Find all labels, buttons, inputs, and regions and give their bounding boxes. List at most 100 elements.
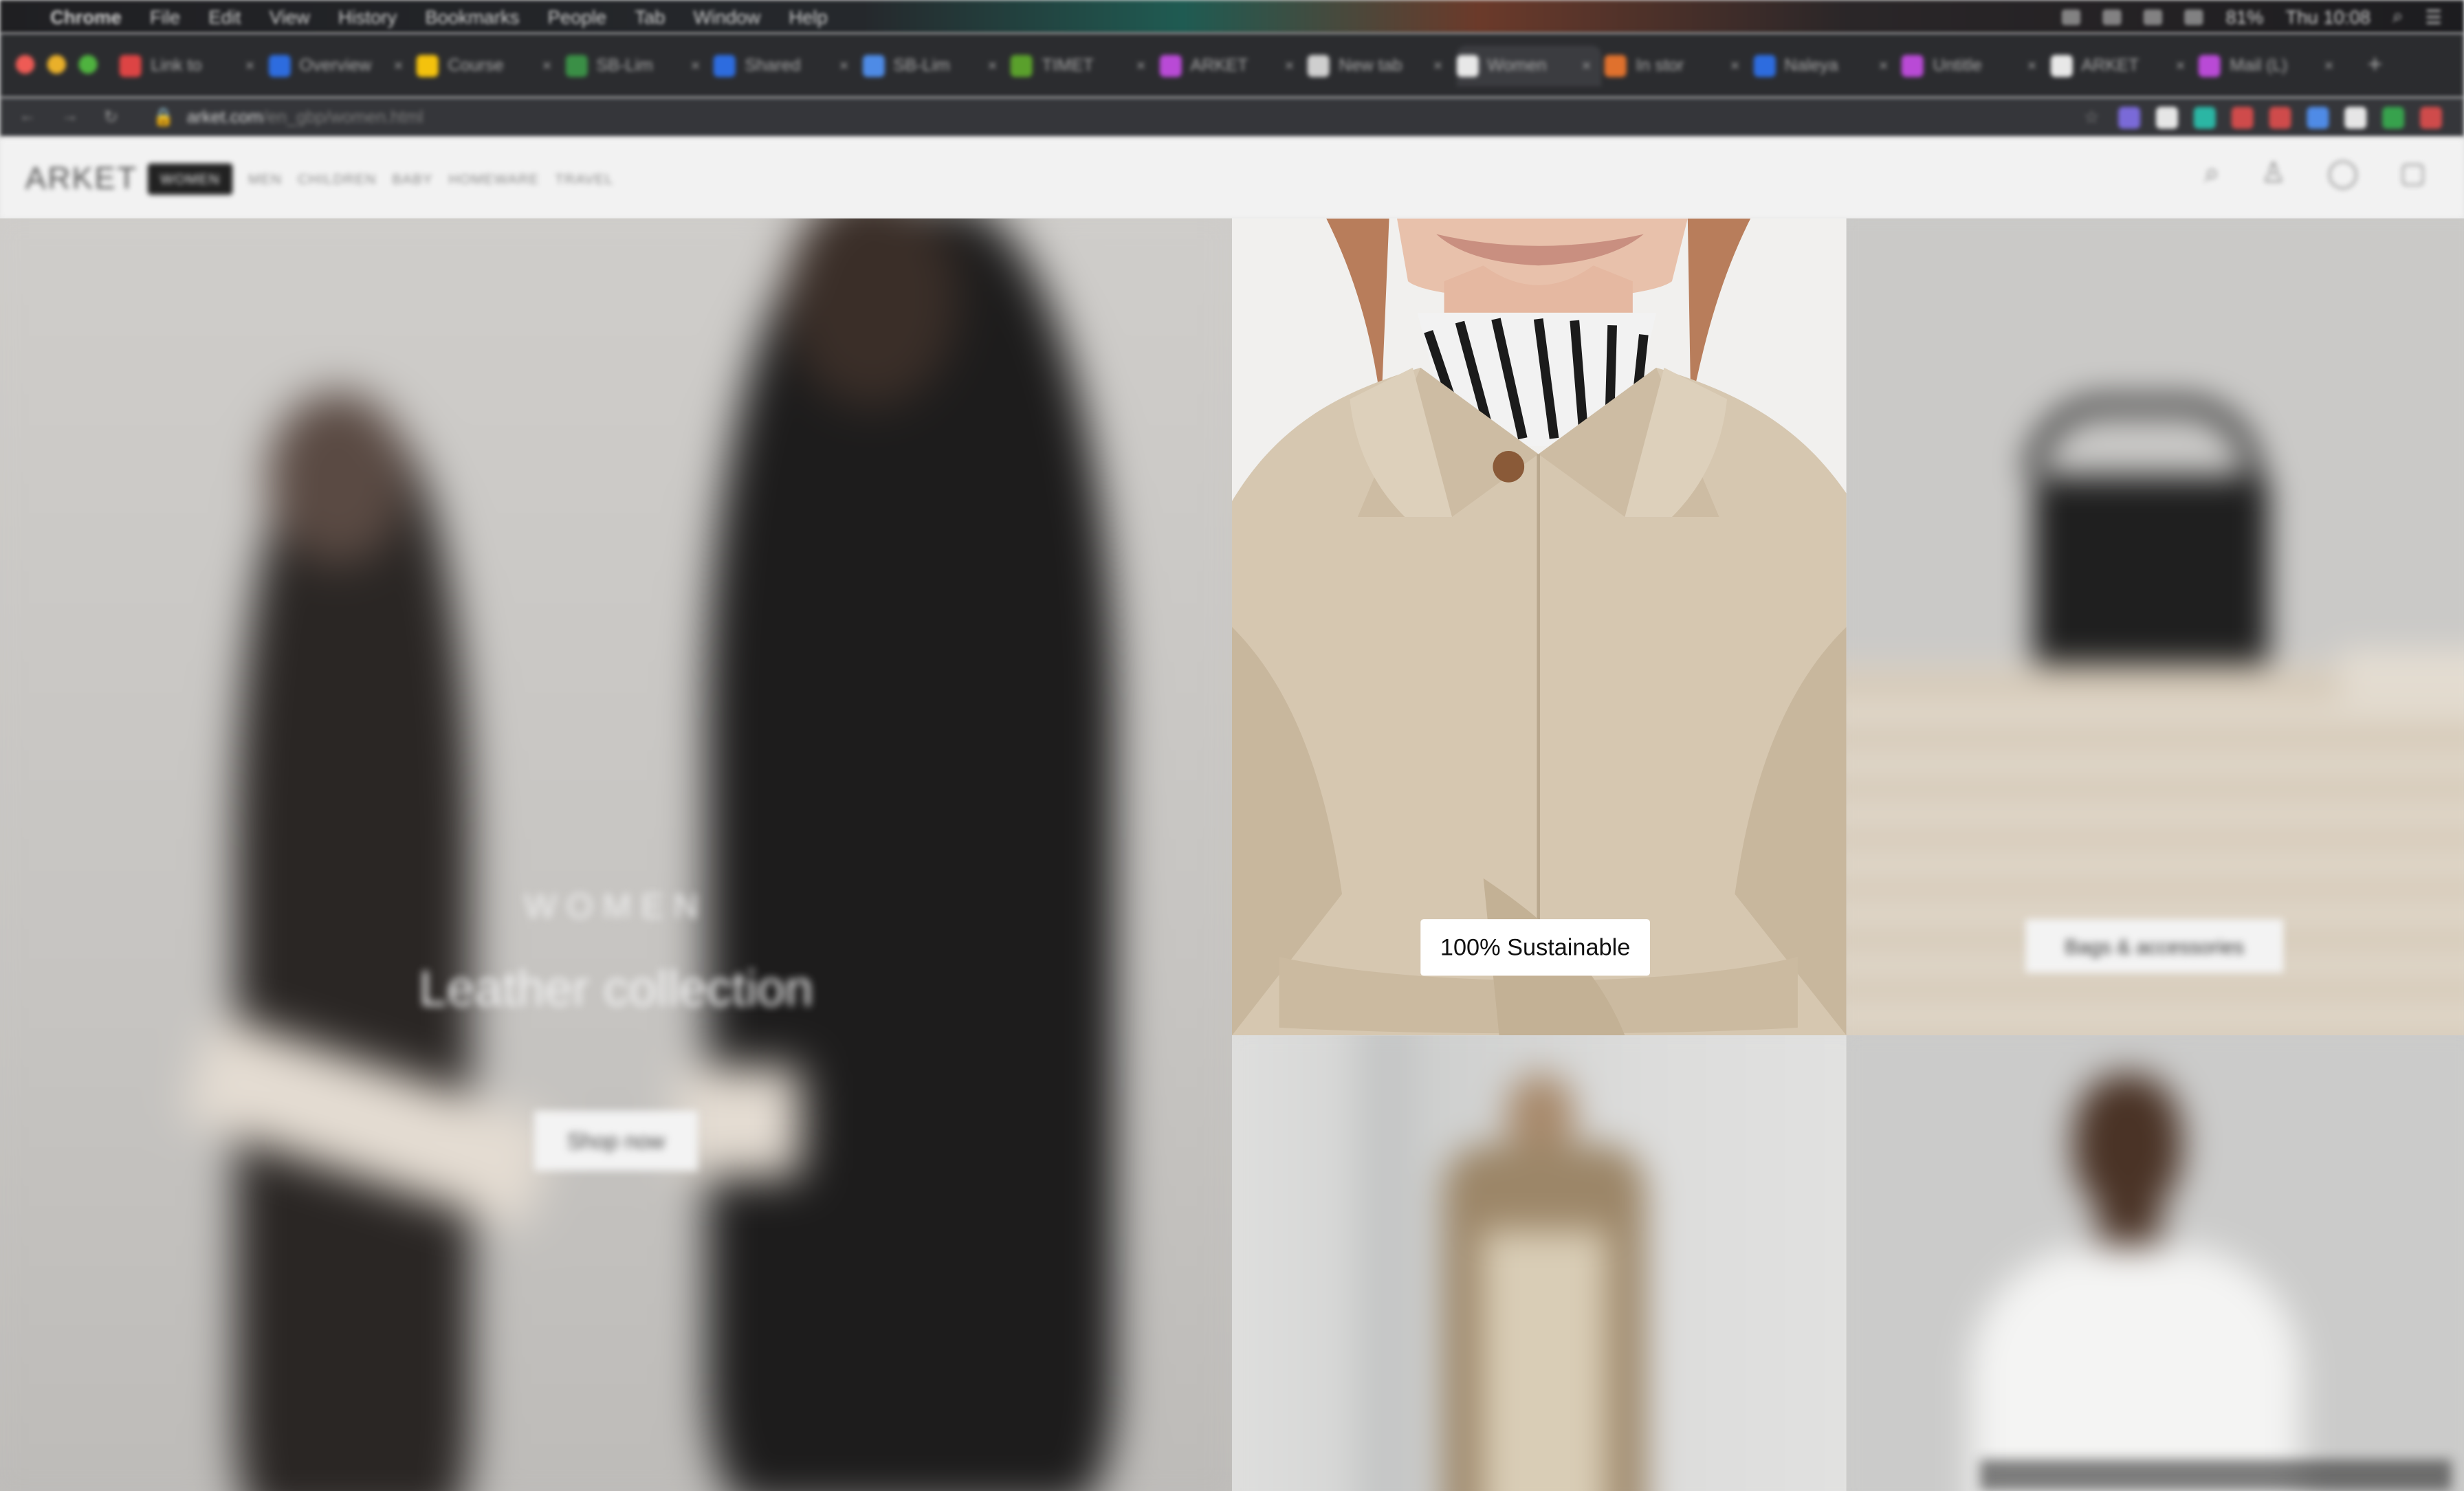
browser-tab[interactable]: Link to × [119,45,264,86]
tab-favicon-icon [1455,54,1478,77]
extension-icon[interactable] [2307,106,2329,129]
browser-tab[interactable]: Course × [416,45,561,86]
reload-icon[interactable]: ↻ [104,107,118,127]
extension-icon[interactable] [2344,106,2367,129]
close-tab-icon[interactable]: × [2176,57,2185,74]
nav-homeware[interactable]: HOMEWARE [449,171,540,187]
nav-men[interactable]: MEN [248,171,282,187]
nav-baby[interactable]: BABY [392,171,432,187]
tile-bags-accessories[interactable]: Bags & accessories [1846,218,2464,1036]
zoom-window-icon[interactable] [78,54,98,74]
control-center-icon[interactable]: ☰ [2425,5,2442,27]
tab-title: SB-Lim [596,56,653,76]
person-image [1846,1035,2464,1491]
close-tab-icon[interactable]: × [1730,57,1739,74]
menu-item-bookmarks[interactable]: Bookmarks [425,5,519,27]
account-icon[interactable]: ♙ [2260,157,2286,190]
sustainable-label-button[interactable]: 100% Sustainable [1420,919,1650,976]
close-tab-icon[interactable]: × [245,57,254,74]
back-icon[interactable]: ← [19,107,36,127]
browser-tab[interactable]: New tab × [1307,45,1452,86]
close-tab-icon[interactable]: × [542,57,551,74]
browser-tab[interactable]: Mail (L) × [2198,45,2343,86]
trench-image [1231,1035,1847,1491]
clock[interactable]: Thu 10:08 [2285,5,2370,27]
site-nav: WOMEN MEN CHILDREN BABY HOMEWARE TRAVEL [147,163,614,195]
menu-item-help[interactable]: Help [789,5,827,27]
bookmark-star-icon[interactable]: ☆ [2084,107,2100,127]
extension-icon[interactable] [2193,106,2216,129]
extension-icon[interactable] [2382,106,2405,129]
browser-tab[interactable]: SB-Lim × [564,45,710,86]
close-tab-icon[interactable]: × [988,57,997,74]
browser-tab[interactable]: In stor × [1604,45,1749,86]
tile-white-shirt[interactable] [1846,1035,2464,1491]
nav-children[interactable]: CHILDREN [298,171,376,187]
close-tab-icon[interactable]: × [1285,57,1294,74]
extensions-bar [2118,106,2464,129]
macos-menu-bar: Chrome File Edit View History Bookmarks … [0,0,2464,33]
browser-tab[interactable]: Women × [1455,45,1600,87]
bags-accessories-button[interactable]: Bags & accessories [2025,919,2284,973]
wifi-icon[interactable] [2185,8,2204,25]
tab-title: New tab [1339,56,1402,76]
browser-tab[interactable]: SB-Lim × [861,45,1006,86]
close-tab-icon[interactable]: × [394,57,403,74]
close-tab-icon[interactable]: × [691,57,700,74]
hero-leather-collection[interactable]: WOMEN Leather collection Shop now [0,218,1232,1491]
extension-icon[interactable] [2118,106,2141,129]
menu-item-edit[interactable]: Edit [208,5,241,27]
status-icon[interactable] [2144,8,2164,25]
bag-image [1846,218,2464,1036]
menu-item-window[interactable]: Window [694,5,761,27]
close-tab-icon[interactable]: × [2324,57,2333,74]
extension-icon[interactable] [2231,106,2254,129]
browser-tab[interactable]: Shared × [713,45,858,86]
extension-icon[interactable] [2419,106,2442,129]
new-tab-icon[interactable]: + [2368,52,2382,80]
shop-now-button[interactable]: Shop now [534,1110,698,1171]
menu-item-history[interactable]: History [338,5,397,27]
tab-favicon-icon [416,54,439,77]
browser-tab[interactable]: TIMET × [1010,45,1155,86]
nav-women[interactable]: WOMEN [147,163,233,195]
tab-favicon-icon [564,54,587,77]
browser-tab[interactable]: Naleya × [1752,45,1898,86]
menu-item-people[interactable]: People [548,5,606,27]
menu-item-tab[interactable]: Tab [635,5,665,27]
hero-image [0,218,1232,1491]
menu-item-app[interactable]: Chrome [50,5,122,27]
browser-tab[interactable]: ARKET × [1158,45,1304,86]
battery-indicator[interactable]: 81% [2226,5,2264,27]
close-tab-icon[interactable]: × [1136,57,1145,74]
browser-tab[interactable]: Untitle × [1901,45,2046,86]
close-tab-icon[interactable]: × [1433,57,1442,74]
favourites-icon[interactable]: ◯ [2327,157,2359,190]
spotlight-icon[interactable]: ⌕ [2392,5,2403,28]
nav-travel[interactable]: TRAVEL [555,171,613,187]
extension-icon[interactable] [2269,106,2291,129]
status-icon[interactable] [2103,8,2122,25]
tab-title: Link to [151,56,202,76]
close-window-icon[interactable] [15,54,35,74]
minimize-window-icon[interactable] [47,54,66,74]
menu-item-file[interactable]: File [150,5,180,27]
search-icon[interactable]: ⌕ [2204,157,2220,190]
coat-image [1231,218,1847,1036]
status-icon[interactable] [2062,8,2082,25]
browser-tab[interactable]: ARKET × [2049,45,2194,86]
close-tab-icon[interactable]: × [1582,57,1591,74]
browser-toolbar: ← → ↻ 🔒 arket.com/en_gbp/women.html ☆ [0,97,2464,137]
arket-logo[interactable]: ARKET [25,162,138,198]
close-tab-icon[interactable]: × [2027,57,2036,74]
bag-icon[interactable]: ▢ [2399,157,2426,190]
address-bar[interactable]: arket.com/en_gbp/women.html [187,108,424,126]
close-tab-icon[interactable]: × [839,57,848,74]
tile-sustainable-coat[interactable]: 100% Sustainable [1231,218,1847,1036]
browser-tab[interactable]: Overview × [267,45,412,86]
close-tab-icon[interactable]: × [1879,57,1888,74]
forward-icon[interactable]: → [61,107,78,127]
tile-trench-coat[interactable] [1231,1035,1847,1491]
menu-item-view[interactable]: View [270,5,310,27]
extension-icon[interactable] [2155,106,2178,129]
